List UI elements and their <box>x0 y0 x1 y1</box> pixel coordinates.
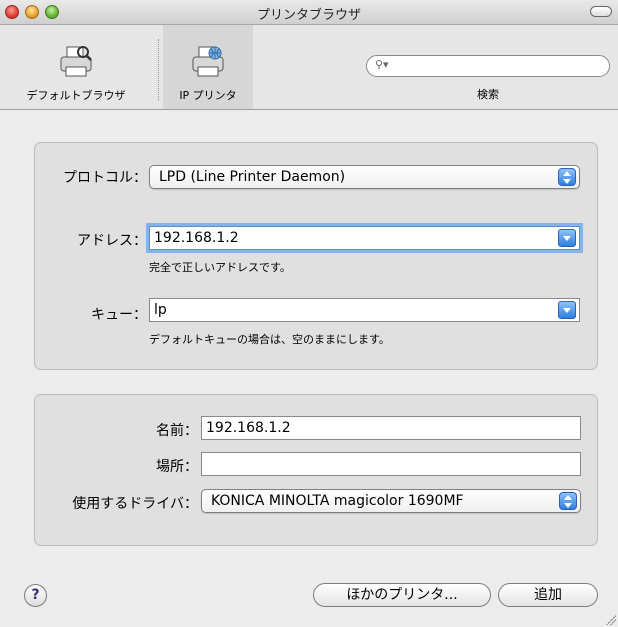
add-button[interactable]: 追加 <box>498 583 598 607</box>
protocol-popup[interactable]: LPD (Line Printer Daemon) <box>149 165 580 189</box>
location-field[interactable] <box>201 452 581 476</box>
name-field[interactable]: 192.168.1.2 <box>201 416 581 440</box>
address-value: 192.168.1.2 <box>154 230 239 246</box>
printer-default-icon <box>60 46 92 77</box>
toolbar-separator <box>158 39 159 101</box>
popup-arrows-icon <box>558 168 576 186</box>
window-title: プリンタブラウザ <box>256 8 361 23</box>
address-combo[interactable]: 192.168.1.2 <box>149 226 580 250</box>
toolbar-default-browser-label: デフォルトブラウザ <box>26 89 126 102</box>
resize-grip-icon[interactable] <box>606 615 616 625</box>
queue-combo[interactable]: lp <box>149 298 580 322</box>
combo-arrow-icon[interactable] <box>558 301 576 319</box>
driver-popup[interactable]: KONICA MINOLTA magicolor 1690MF <box>201 489 581 513</box>
protocol-value: LPD (Line Printer Daemon) <box>159 169 346 185</box>
queue-label: キュー： <box>91 307 147 323</box>
title-bar: プリンタブラウザ <box>0 0 618 25</box>
search-label: 検索 <box>477 88 499 101</box>
toolbar-default-browser[interactable]: デフォルトブラウザ <box>0 25 152 109</box>
toolbar-ip-printer[interactable]: IP プリンタ <box>163 25 253 109</box>
name-label: 名前： <box>156 423 198 439</box>
help-button[interactable]: ? <box>24 584 47 607</box>
driver-label: 使用するドライバ： <box>72 496 198 512</box>
location-label: 場所： <box>156 459 198 475</box>
toolbar-toggle-button[interactable] <box>590 6 612 17</box>
combo-arrow-icon[interactable] <box>558 229 576 247</box>
address-hint: 完全で正しいアドレスです。 <box>149 261 291 274</box>
other-printers-button[interactable]: ほかのプリンタ... <box>313 583 491 607</box>
queue-hint: デフォルトキューの場合は、空のままにします。 <box>149 333 390 346</box>
protocol-label: プロトコル： <box>63 170 147 186</box>
search-input[interactable]: ⚲▾ <box>366 55 610 77</box>
address-label: アドレス： <box>77 233 147 249</box>
printer-ip-icon <box>192 46 224 77</box>
driver-value: KONICA MINOLTA magicolor 1690MF <box>211 493 464 509</box>
toolbar-ip-printer-label: IP プリンタ <box>179 89 237 102</box>
search-icon: ⚲▾ <box>375 58 389 71</box>
popup-arrows-icon <box>559 492 577 510</box>
queue-value: lp <box>154 302 167 318</box>
